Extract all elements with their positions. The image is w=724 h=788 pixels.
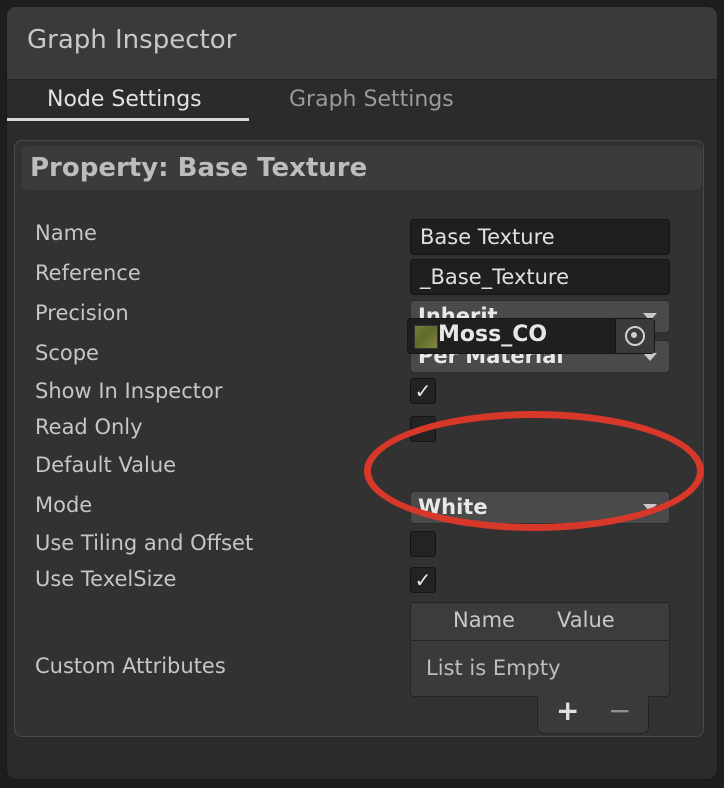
remove-button[interactable]: − xyxy=(608,694,631,727)
tab-graph-settings[interactable]: Graph Settings xyxy=(289,87,454,121)
reference-label: Reference xyxy=(35,261,141,285)
show-in-inspector-checkbox[interactable]: ✓ xyxy=(410,378,436,404)
use-texelsize-label: Use TexelSize xyxy=(35,567,177,591)
property-header[interactable]: Property: Base Texture xyxy=(22,146,702,190)
list-empty-text: List is Empty xyxy=(426,656,561,680)
column-name: Name xyxy=(453,608,515,632)
show-in-inspector-label: Show In Inspector xyxy=(35,379,223,403)
property-panel: Property: Base Texture Name Base Texture… xyxy=(14,140,704,737)
target-picker-icon[interactable] xyxy=(615,319,654,353)
default-value-texture-name: Moss_CO xyxy=(438,322,548,347)
add-button[interactable]: + xyxy=(556,694,579,727)
scope-label: Scope xyxy=(35,341,99,365)
list-footer: + − xyxy=(537,694,649,734)
use-tiling-checkbox[interactable] xyxy=(410,531,436,557)
custom-attributes-label: Custom Attributes xyxy=(35,654,226,678)
precision-label: Precision xyxy=(35,301,129,325)
custom-attributes-list: Name Value List is Empty xyxy=(410,602,670,697)
use-texelsize-checkbox[interactable]: ✓ xyxy=(410,567,436,593)
checkmark-icon: ✓ xyxy=(414,379,432,403)
read-only-checkbox[interactable] xyxy=(410,416,436,442)
default-value-label: Default Value xyxy=(35,453,177,477)
checkmark-icon: ✓ xyxy=(414,568,432,592)
chevron-down-icon xyxy=(643,504,657,512)
name-label: Name xyxy=(35,221,97,245)
graph-inspector-window: Graph Inspector Node Settings Graph Sett… xyxy=(6,6,718,780)
name-field[interactable]: Base Texture xyxy=(410,219,670,255)
default-value-object-field[interactable]: Moss_CO xyxy=(407,318,655,354)
property-title: Property: Base Texture xyxy=(30,153,368,183)
reference-field[interactable]: _Base_Texture xyxy=(410,259,670,295)
use-tiling-label: Use Tiling and Offset xyxy=(35,531,254,555)
picker-dot xyxy=(631,332,637,338)
chevron-down-icon xyxy=(643,353,657,361)
active-tab-indicator xyxy=(7,118,249,121)
mode-dropdown[interactable]: White xyxy=(410,491,670,524)
mode-value: White xyxy=(418,495,488,519)
list-header: Name Value xyxy=(411,603,669,641)
window-title: Graph Inspector xyxy=(27,25,237,55)
title-bar: Graph Inspector xyxy=(7,7,717,80)
mode-label: Mode xyxy=(35,493,93,517)
tab-node-settings[interactable]: Node Settings xyxy=(47,87,202,121)
read-only-label: Read Only xyxy=(35,415,143,439)
texture-thumbnail xyxy=(414,325,438,349)
column-value: Value xyxy=(557,608,615,632)
